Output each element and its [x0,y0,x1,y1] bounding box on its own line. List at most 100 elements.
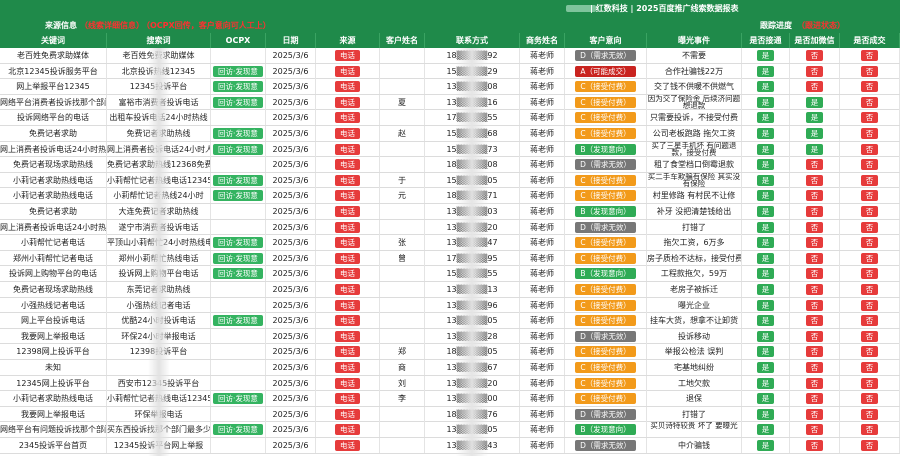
cell-source-badge[interactable]: 电话 [335,174,360,186]
cell-intent[interactable]: C（接受付费） [565,188,647,204]
cell-wechat-added-badge[interactable]: 否 [805,221,824,233]
cell-intent[interactable]: B（发现意向） [565,204,647,219]
cell-deal-closed[interactable]: 否 [840,438,900,453]
cell-connected[interactable]: 是 [742,110,790,126]
cell-ocpx[interactable] [211,219,266,235]
cell-connected-badge[interactable]: 是 [756,50,775,61]
cell-deal-closed[interactable]: 否 [840,48,900,63]
cell-intent[interactable]: D（需求无效） [565,48,647,63]
cell-intent[interactable]: C（接受付费） [565,313,647,329]
cell-wechat-added[interactable]: 否 [790,235,840,251]
cell-wechat-added-badge[interactable]: 否 [805,159,824,171]
cell-ocpx-badge[interactable]: 回访·发现意 [213,65,263,77]
cell-ocpx[interactable]: 回访·发现意 [211,141,266,157]
cell-deal-closed[interactable]: 否 [840,344,900,360]
cell-wechat-added-badge[interactable]: 否 [805,330,824,342]
cell-ocpx[interactable] [211,438,266,453]
cell-deal-closed[interactable]: 否 [840,360,900,375]
cell-wechat-added[interactable]: 否 [790,313,840,329]
cell-deal-closed[interactable]: 否 [840,297,900,313]
cell-deal-closed[interactable]: 否 [840,141,900,157]
cell-intent-badge[interactable]: D（需求无效） [575,408,636,420]
cell-connected[interactable]: 是 [742,235,790,251]
cell-intent[interactable]: B（发现意向） [565,141,647,157]
cell-source[interactable]: 电话 [316,375,380,391]
cell-source[interactable]: 电话 [316,204,380,219]
cell-wechat-added[interactable]: 否 [790,188,840,204]
cell-source[interactable]: 电话 [316,391,380,407]
cell-source[interactable]: 电话 [316,79,380,95]
cell-wechat-added-badge[interactable]: 否 [805,299,824,311]
cell-connected-badge[interactable]: 是 [756,206,775,217]
cell-source[interactable]: 电话 [316,110,380,126]
cell-wechat-added[interactable]: 否 [790,360,840,375]
cell-deal-closed[interactable]: 否 [840,188,900,204]
cell-deal-closed-badge[interactable]: 否 [860,96,879,108]
cell-connected[interactable]: 是 [742,328,790,344]
cell-source[interactable]: 电话 [316,406,380,422]
header-sales-name[interactable]: 商务姓名 [520,33,565,48]
cell-wechat-added-badge[interactable]: 否 [805,81,824,93]
cell-intent[interactable]: C（接受付费） [565,79,647,95]
cell-connected[interactable]: 是 [742,375,790,391]
cell-source[interactable]: 电话 [316,141,380,157]
cell-connected[interactable]: 是 [742,94,790,110]
cell-deal-closed[interactable]: 否 [840,157,900,173]
cell-source[interactable]: 电话 [316,94,380,110]
cell-wechat-added[interactable]: 否 [790,344,840,360]
cell-intent-badge[interactable]: D（需求无效） [575,221,636,233]
cell-ocpx-badge[interactable]: 回访·发现意 [213,315,263,327]
cell-connected[interactable]: 是 [742,360,790,375]
cell-connected-badge[interactable]: 是 [756,237,775,249]
cell-connected-badge[interactable]: 是 [756,440,775,451]
table-row[interactable]: 投诉网络平台的电话 出租车投诉电话24小时热线 2025/3/6 电话 17▒▒▒▒▒5… [0,110,900,126]
cell-wechat-added[interactable]: 否 [790,266,840,282]
cell-wechat-added[interactable]: 否 [790,250,840,266]
cell-connected-badge[interactable]: 是 [756,252,775,264]
cell-ocpx[interactable] [211,48,266,63]
table-row[interactable]: 郑州小莉帮忙记者电话 郑州小莉帮忙热线电话 回访·发现意 2025/3/6 电话 曾 17▒… [0,250,900,267]
cell-connected[interactable]: 是 [742,422,790,438]
table-row[interactable]: 小莉帮忙记者电话 平顶山小莉帮忙24小时热线电话 回访·发现意 2025/3/6 电话 张… [0,235,900,251]
cell-ocpx[interactable]: 回访·发现意 [211,94,266,110]
cell-source[interactable]: 电话 [316,344,380,360]
cell-deal-closed[interactable]: 否 [840,94,900,110]
cell-source[interactable]: 电话 [316,282,380,297]
header-keyword[interactable]: 关键词 [0,33,107,48]
cell-connected[interactable]: 是 [742,188,790,204]
cell-intent[interactable]: C（接受付费） [565,172,647,188]
cell-ocpx[interactable]: 回访·发现意 [211,126,266,141]
cell-ocpx[interactable] [211,360,266,375]
cell-wechat-added[interactable]: 否 [790,63,840,79]
cell-source-badge[interactable]: 电话 [335,268,360,280]
cell-wechat-added-badge[interactable]: 否 [805,50,824,61]
cell-source-badge[interactable]: 电话 [335,221,360,233]
cell-wechat-added[interactable]: 否 [790,48,840,63]
cell-deal-closed[interactable]: 否 [840,204,900,219]
header-contact[interactable]: 联系方式 [425,33,520,48]
header-event[interactable]: 曝光事件 [647,33,742,48]
cell-deal-closed[interactable]: 否 [840,235,900,251]
cell-source[interactable]: 电话 [316,172,380,188]
cell-wechat-added[interactable]: 否 [790,328,840,344]
cell-ocpx-badge[interactable]: 回访·发现意 [213,143,263,155]
cell-wechat-added-badge[interactable]: 是 [805,143,824,155]
table-row[interactable]: 小莉记者求助热线电话 小莉帮忙记者热线24小时 回访·发现意 2025/3/6 电话 元 1… [0,188,900,204]
cell-wechat-added[interactable]: 否 [790,297,840,313]
cell-intent[interactable]: D（需求无效） [565,157,647,173]
cell-connected-badge[interactable]: 是 [756,221,775,233]
cell-intent[interactable]: C（接受付费） [565,391,647,407]
cell-ocpx[interactable]: 回访·发现意 [211,313,266,329]
cell-source-badge[interactable]: 电话 [335,330,360,342]
cell-wechat-added[interactable]: 否 [790,157,840,173]
cell-deal-closed-badge[interactable]: 否 [860,190,879,202]
cell-intent-badge[interactable]: C（接受付费） [575,190,636,202]
cell-connected[interactable]: 是 [742,406,790,422]
cell-ocpx[interactable] [211,344,266,360]
table-row[interactable]: 网上消费者投诉电话24小时热线网上消费者投诉电话24小时人工服务回访·发现意20… [0,141,900,158]
cell-ocpx[interactable] [211,328,266,344]
cell-intent-badge[interactable]: C（接受付费） [575,174,636,186]
cell-source-badge[interactable]: 电话 [335,50,360,61]
cell-deal-closed[interactable]: 否 [840,282,900,297]
cell-wechat-added[interactable]: 是 [790,110,840,126]
